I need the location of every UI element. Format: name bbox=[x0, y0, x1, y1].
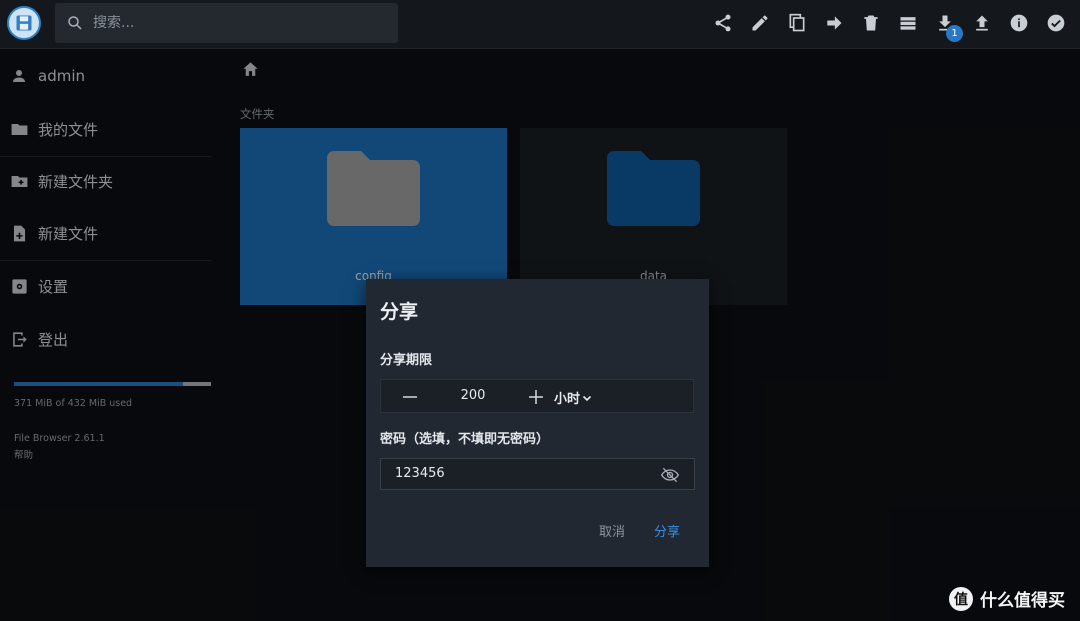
expiry-unit-select[interactable]: 小时 bbox=[554, 388, 592, 407]
edit-icon[interactable] bbox=[749, 12, 771, 34]
top-bar: 1 bbox=[0, 0, 1080, 49]
password-label: 密码（选填，不填即无密码） bbox=[380, 432, 550, 447]
expiry-stepper: 200 小时 bbox=[380, 379, 694, 413]
watermark-text: 什么值得买 bbox=[980, 591, 1065, 611]
watermark: 值 什么值得买 bbox=[949, 586, 1065, 611]
dialog-title: 分享 bbox=[380, 301, 419, 323]
delete-icon[interactable] bbox=[860, 12, 882, 34]
expiry-label: 分享期限 bbox=[380, 353, 433, 368]
view-list-icon[interactable] bbox=[897, 12, 919, 34]
chevron-down-icon bbox=[582, 395, 592, 401]
search-input[interactable] bbox=[91, 14, 375, 32]
download-count-badge: 1 bbox=[946, 25, 963, 42]
copy-icon[interactable] bbox=[786, 12, 808, 34]
plus-icon bbox=[529, 390, 543, 404]
increment-button[interactable] bbox=[527, 388, 545, 406]
share-button[interactable]: 分享 bbox=[654, 521, 680, 540]
search-box[interactable] bbox=[55, 3, 398, 43]
expiry-value[interactable]: 200 bbox=[451, 388, 495, 403]
search-icon bbox=[65, 13, 85, 33]
eye-off-icon[interactable] bbox=[660, 465, 680, 485]
floppy-disk-icon bbox=[16, 15, 32, 31]
share-dialog: 分享 分享期限 200 小时 密码（选填，不填即无密码） 取消 分享 bbox=[366, 279, 709, 567]
cancel-button[interactable]: 取消 bbox=[599, 521, 625, 540]
minus-icon bbox=[403, 396, 417, 398]
decrement-button[interactable] bbox=[401, 388, 419, 406]
select-icon[interactable] bbox=[1045, 12, 1067, 34]
upload-icon[interactable] bbox=[971, 12, 993, 34]
expiry-unit-label: 小时 bbox=[554, 392, 581, 407]
info-icon[interactable] bbox=[1008, 12, 1030, 34]
app-logo[interactable] bbox=[7, 6, 41, 40]
move-icon[interactable] bbox=[823, 12, 845, 34]
password-field bbox=[380, 458, 695, 490]
share-icon[interactable] bbox=[712, 12, 734, 34]
password-input[interactable] bbox=[395, 466, 635, 481]
watermark-logo: 值 bbox=[949, 586, 973, 611]
